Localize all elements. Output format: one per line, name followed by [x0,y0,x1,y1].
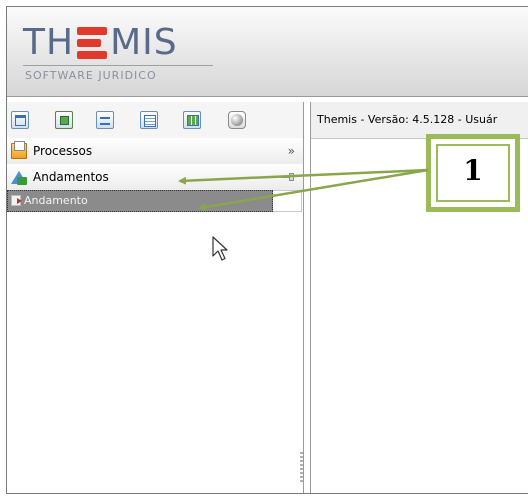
subitem-blank-cell [273,190,302,212]
nav-toolbar [7,102,303,139]
panel-splitter-handle[interactable] [300,452,303,482]
nav-item-andamentos-label: Andamentos [33,170,109,184]
nav-item-processos-label: Processos [33,144,93,158]
app-header: TH MIS SOFTWARE JURIDICO [7,7,528,97]
andamentos-icon [11,169,27,185]
nav-item-andamentos[interactable]: Andamentos [7,164,303,191]
themis-logo: TH MIS SOFTWARE JURIDICO [23,23,213,83]
callout-number: 1 [463,154,483,187]
mouse-cursor-icon [212,236,228,261]
logo-text-right: MIS [110,22,178,63]
version-user-text: Themis - Versão: 4.5.128 - Usuár [317,113,498,126]
pin-icon[interactable] [281,173,295,181]
logo-subtitle: SOFTWARE JURIDICO [25,69,157,82]
list-icon[interactable] [140,111,158,129]
callout-box: 1 [426,134,520,212]
document-arrow-icon [11,195,22,206]
folder-icon [11,141,27,159]
grid-icon[interactable] [183,111,201,129]
logo-text-left: TH [23,22,75,63]
app-window: TH MIS SOFTWARE JURIDICO Processos » Anda… [6,6,528,494]
logo-wordmark: TH MIS [23,23,178,63]
nav-item-processos[interactable]: Processos » [7,138,303,165]
nav-subitem-andamento-label: Andamento [24,194,88,207]
window-icon[interactable] [11,111,29,129]
expand-chevron-icon[interactable]: » [288,138,295,164]
panel-icon[interactable] [55,111,73,129]
logo-e-mark-icon [77,27,108,59]
nav-subitem-andamento[interactable]: Andamento [7,190,273,212]
rows-icon[interactable] [96,111,114,129]
logo-subtitle-bar: SOFTWARE JURIDICO [23,65,213,86]
callout-inner-border: 1 [436,144,510,202]
navigation-panel: Processos » Andamentos Andamento [7,102,304,493]
sphere-icon[interactable] [228,111,246,129]
